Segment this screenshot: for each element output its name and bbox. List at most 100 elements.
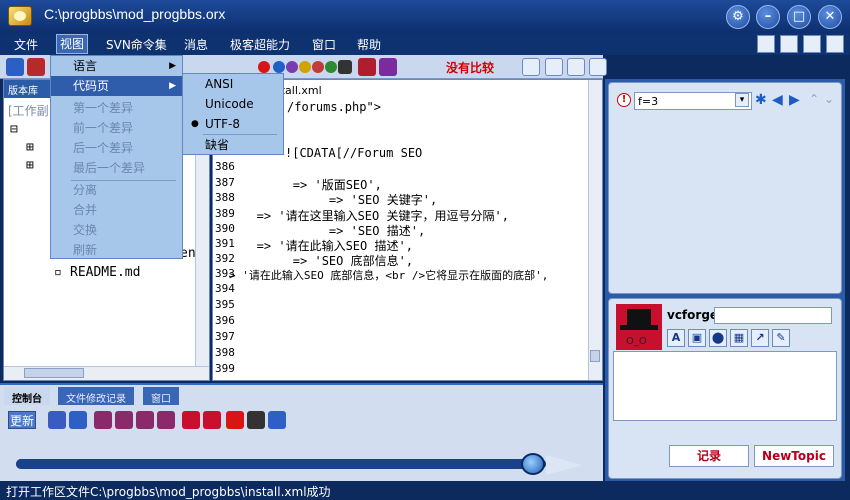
view-menu-first-diff[interactable]: 第一个差异 xyxy=(51,98,182,118)
console-tool-icon[interactable] xyxy=(48,411,66,429)
flag-icon[interactable] xyxy=(226,411,244,429)
up-icon[interactable]: ⌃ xyxy=(809,92,819,106)
layout-icon[interactable] xyxy=(757,35,775,53)
menu-geek[interactable]: 极客超能力 xyxy=(230,36,290,53)
dropdown-arrow-icon[interactable] xyxy=(338,60,352,74)
format-icon[interactable]: ▣ xyxy=(688,329,706,347)
forward-icon[interactable]: ▶ xyxy=(789,92,800,108)
close-button[interactable]: ✕ xyxy=(818,5,842,29)
console-tool-icon[interactable] xyxy=(136,411,154,429)
svn-icon[interactable] xyxy=(27,58,45,76)
title-bar: C:\progbbs\mod_progbbs.orx ⚙ – □ ✕ xyxy=(0,0,850,33)
down-icon[interactable]: ⌄ xyxy=(824,92,834,106)
workdir-label: [工作副 xyxy=(8,104,49,118)
i-icon[interactable] xyxy=(299,61,311,73)
console-tool-icon[interactable] xyxy=(115,411,133,429)
menu-svn[interactable]: SVN命令集 xyxy=(106,36,167,53)
u-icon[interactable] xyxy=(312,61,324,73)
back-icon[interactable]: ◀ xyxy=(772,92,783,108)
refresh-button[interactable]: 更新 xyxy=(8,411,36,429)
codepage-ansi[interactable]: ANSI xyxy=(183,74,283,94)
selected-bullet-icon: ● xyxy=(191,119,199,129)
name-input[interactable] xyxy=(714,307,832,324)
chevron-down-icon[interactable]: ▾ xyxy=(735,93,749,107)
line-number: 386 xyxy=(215,160,235,173)
format-icon[interactable]: A xyxy=(667,329,685,347)
w-icon[interactable] xyxy=(258,61,270,73)
tree-node[interactable]: ⊞ xyxy=(26,140,34,155)
format-icon[interactable]: ✎ xyxy=(772,329,790,347)
menu-window[interactable]: 窗口 xyxy=(312,36,336,53)
chevron-right-icon: ▶ xyxy=(169,61,176,71)
line-number: 399 xyxy=(215,362,235,375)
editor-vertical-scrollbar[interactable] xyxy=(588,80,602,380)
close-window-icon[interactable] xyxy=(826,35,844,53)
view-menu-dropdown: 语言 ▶ 代码页 ▶ 第一个差异 前一个差异 后一个差异 最后一个差异 分离 合并 … xyxy=(50,55,183,259)
view-menu-prev-diff[interactable]: 前一个差异 xyxy=(51,118,182,138)
pin-window-icon[interactable] xyxy=(803,35,821,53)
copy-icon[interactable] xyxy=(567,58,585,76)
format-icon[interactable]: ▦ xyxy=(730,329,748,347)
calendar-icon[interactable] xyxy=(268,411,286,429)
a-icon[interactable] xyxy=(273,61,285,73)
view-menu-refresh[interactable]: 刷新 xyxy=(51,240,182,260)
view-menu-next-diff[interactable]: 后一个差异 xyxy=(51,138,182,158)
maximize-button[interactable]: □ xyxy=(787,5,811,29)
console-tool-icon[interactable] xyxy=(182,411,200,429)
view-menu-language[interactable]: 语言 ▶ xyxy=(51,56,182,76)
view-menu-split[interactable]: 分离 xyxy=(51,180,182,200)
window-title: C:\progbbs\mod_progbbs.orx xyxy=(44,6,226,22)
line-number: 398 xyxy=(215,346,235,359)
console-tool-icon[interactable] xyxy=(69,411,87,429)
link-icon[interactable] xyxy=(247,411,265,429)
minimize-button[interactable]: – xyxy=(756,5,780,29)
run-icon[interactable] xyxy=(358,58,376,76)
repository-tab[interactable]: 版本库 xyxy=(4,80,54,98)
tree-root[interactable]: ⊟ xyxy=(10,122,18,137)
view-menu-swap[interactable]: 交换 xyxy=(51,220,182,240)
debug-icon[interactable] xyxy=(379,58,397,76)
refresh-icon[interactable] xyxy=(589,58,607,76)
newtopic-button[interactable]: NewTopic xyxy=(754,445,834,467)
tree-horizontal-scrollbar[interactable] xyxy=(4,366,209,380)
line-number: 392 xyxy=(215,252,235,265)
codepage-unicode[interactable]: Unicode xyxy=(183,94,283,114)
menu-file[interactable]: 文件 xyxy=(14,36,38,53)
code-fragment: ![CDATA[//Forum SEO xyxy=(285,146,423,160)
tree-node[interactable]: ⊞ xyxy=(26,158,34,173)
format-icon[interactable]: ⬤ xyxy=(709,329,727,347)
avatar-face: O_O xyxy=(626,336,647,347)
view-menu-codepage[interactable]: 代码页 ▶ xyxy=(51,76,182,96)
line-number: 397 xyxy=(215,330,235,343)
restore-window-icon[interactable] xyxy=(780,35,798,53)
settings-gear-icon[interactable]: ⚙ xyxy=(726,5,750,29)
b-icon[interactable] xyxy=(286,61,298,73)
codepage-utf8[interactable]: ● UTF-8 xyxy=(183,114,283,134)
color-icon[interactable] xyxy=(325,61,337,73)
menu-messages[interactable]: 消息 xyxy=(184,36,208,53)
chat-box: O_O vcforge A ▣ ⬤ ▦ ↗ ✎ 记录 NewTopic xyxy=(608,298,842,479)
codepage-default[interactable]: 缺省 xyxy=(183,135,283,155)
tab-file-history[interactable]: 文件修改记录 xyxy=(58,387,134,405)
menu-help[interactable]: 帮助 xyxy=(357,36,381,53)
message-textarea[interactable] xyxy=(613,351,837,421)
open-folder-icon[interactable] xyxy=(6,58,24,76)
tab-console[interactable]: 控制台 xyxy=(4,387,50,405)
view-menu-last-diff[interactable]: 最后一个差异 xyxy=(51,158,182,178)
view-menu-merge[interactable]: 合并 xyxy=(51,200,182,220)
tab-window[interactable]: 窗口 xyxy=(143,387,179,405)
format-icon[interactable]: ↗ xyxy=(751,329,769,347)
compare-icon[interactable] xyxy=(522,58,540,76)
star-icon[interactable]: ✱ xyxy=(755,92,767,108)
line-number: 395 xyxy=(215,298,235,311)
console-tool-icon[interactable] xyxy=(94,411,112,429)
merge-icon[interactable] xyxy=(545,58,563,76)
console-tool-icon[interactable] xyxy=(203,411,221,429)
menu-view[interactable]: 视图 xyxy=(56,34,89,54)
tree-item-readme[interactable]: README.md xyxy=(70,265,140,280)
progress-knob[interactable] xyxy=(521,453,545,475)
line-number: 389 xyxy=(215,207,235,220)
file-icon: ▫ xyxy=(54,265,62,280)
record-button[interactable]: 记录 xyxy=(669,445,749,467)
console-tool-icon[interactable] xyxy=(157,411,175,429)
